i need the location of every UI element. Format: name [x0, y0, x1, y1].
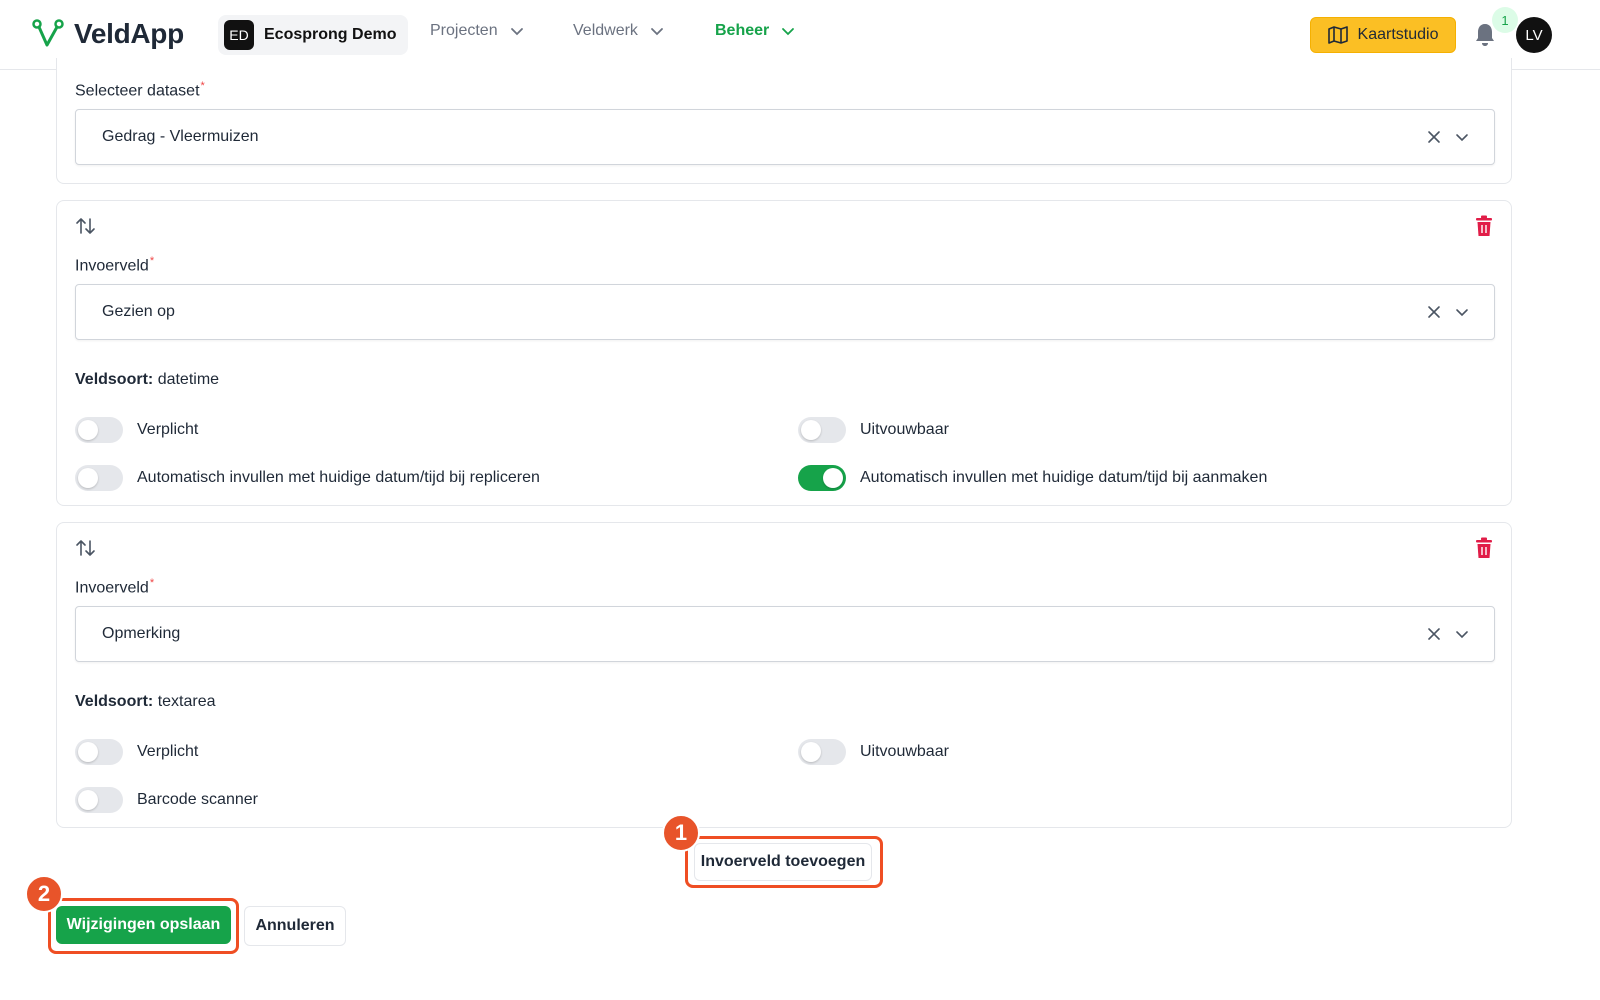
- field-select[interactable]: Gezien op: [75, 284, 1495, 340]
- kaartstudio-button[interactable]: Kaartstudio: [1310, 17, 1456, 53]
- kaartstudio-label: Kaartstudio: [1357, 26, 1439, 43]
- chevron-down-icon: [651, 28, 663, 36]
- verplicht-switch[interactable]: [75, 739, 123, 765]
- sort-handle-icon[interactable]: [75, 215, 97, 237]
- org-badge: ED: [224, 20, 254, 50]
- field-select[interactable]: Opmerking: [75, 606, 1495, 662]
- toggle-uitvouwbaar: Uitvouwbaar: [798, 739, 949, 765]
- org-name: Ecosprong Demo: [264, 26, 397, 43]
- uitvouwbaar-switch[interactable]: [798, 417, 846, 443]
- cancel-button[interactable]: Annuleren: [244, 906, 346, 946]
- toggle-label: Uitvouwbaar: [860, 743, 949, 760]
- chevron-down-icon[interactable]: [1454, 304, 1470, 320]
- app-logo[interactable]: VeldApp: [32, 18, 184, 50]
- nav-label: Projecten: [430, 22, 498, 39]
- toggle-label: Automatisch invullen met huidige datum/t…: [860, 469, 1268, 486]
- field-select-value: Gezien op: [102, 303, 175, 320]
- sort-handle-icon[interactable]: [75, 537, 97, 559]
- trash-icon[interactable]: [1475, 215, 1493, 237]
- nav-beheer[interactable]: Beheer: [715, 22, 795, 40]
- veldsoort-info: Veldsoort: textarea: [75, 693, 216, 711]
- required-mark: *: [149, 255, 155, 267]
- chevron-down-icon[interactable]: [1454, 626, 1470, 642]
- dataset-label-text: Selecteer dataset: [75, 82, 200, 100]
- veldsoort-label: Veldsoort:: [75, 693, 154, 710]
- toggle-label: Verplicht: [137, 743, 199, 760]
- field-card-1: Invoerveld* Gezien op Veldsoort: datetim…: [56, 200, 1512, 506]
- veldsoort-label: Veldsoort:: [75, 371, 154, 388]
- toggle-uitvouwbaar: Uitvouwbaar: [798, 417, 949, 443]
- clear-icon[interactable]: [1426, 626, 1442, 642]
- step-badge-2: 2: [25, 875, 63, 913]
- clear-icon[interactable]: [1426, 129, 1442, 145]
- nav-projecten[interactable]: Projecten: [430, 22, 524, 40]
- auto-repliceren-switch[interactable]: [75, 465, 123, 491]
- field-label-text: Invoerveld: [75, 257, 149, 275]
- nav-label: Beheer: [715, 22, 770, 39]
- step-badge-1: 1: [662, 814, 700, 852]
- barcode-scanner-switch[interactable]: [75, 787, 123, 813]
- add-field-button[interactable]: Invoerveld toevoegen: [694, 843, 872, 881]
- field-card-2: Invoerveld* Opmerking Veldsoort: textare…: [56, 522, 1512, 828]
- veldsoort-value: textarea: [157, 693, 216, 710]
- org-switcher[interactable]: ED Ecosprong Demo: [218, 15, 409, 55]
- field-label: Invoerveld*: [75, 255, 154, 275]
- toggle-verplicht: Verplicht: [75, 417, 198, 443]
- dataset-select-value: Gedrag - Vleermuizen: [102, 128, 259, 145]
- toggle-verplicht: Verplicht: [75, 739, 198, 765]
- toggle-label: Verplicht: [137, 421, 199, 438]
- trash-icon[interactable]: [1475, 537, 1493, 559]
- field-select-value: Opmerking: [102, 625, 181, 642]
- dataset-select[interactable]: Gedrag - Vleermuizen: [75, 109, 1495, 165]
- clear-icon[interactable]: [1426, 304, 1442, 320]
- field-label-text: Invoerveld: [75, 579, 149, 597]
- user-avatar[interactable]: LV: [1516, 17, 1552, 53]
- nav-label: Veldwerk: [573, 22, 638, 39]
- toggle-auto-aanmaken: Automatisch invullen met huidige datum/t…: [798, 465, 1267, 491]
- app-name: VeldApp: [74, 18, 184, 49]
- chevron-down-icon: [510, 28, 523, 36]
- verplicht-switch[interactable]: [75, 417, 123, 443]
- veldsoort-value: datetime: [157, 371, 220, 388]
- veldapp-logo-icon: [32, 19, 64, 47]
- nav-veldwerk[interactable]: Veldwerk: [573, 22, 664, 40]
- chevron-down-icon: [782, 28, 795, 36]
- toggle-label: Automatisch invullen met huidige datum/t…: [137, 469, 540, 486]
- chevron-down-icon[interactable]: [1454, 129, 1470, 145]
- required-mark: *: [149, 577, 155, 589]
- field-label: Invoerveld*: [75, 577, 154, 597]
- uitvouwbaar-switch[interactable]: [798, 739, 846, 765]
- map-icon: [1327, 26, 1348, 44]
- notification-count-badge: 1: [1492, 7, 1518, 33]
- veldsoort-info: Veldsoort: datetime: [75, 371, 219, 389]
- required-mark: *: [200, 80, 205, 92]
- toggle-barcode-scanner: Barcode scanner: [75, 787, 258, 813]
- toggle-label: Barcode scanner: [137, 791, 258, 808]
- toggle-auto-repliceren: Automatisch invullen met huidige datum/t…: [75, 465, 540, 491]
- toggle-label: Uitvouwbaar: [860, 421, 949, 438]
- dataset-label: Selecteer dataset*: [75, 80, 205, 100]
- dataset-card: Selecteer dataset* Gedrag - Vleermuizen: [56, 58, 1512, 184]
- save-changes-button[interactable]: Wijzigingen opslaan: [56, 906, 231, 944]
- auto-aanmaken-switch[interactable]: [798, 465, 846, 491]
